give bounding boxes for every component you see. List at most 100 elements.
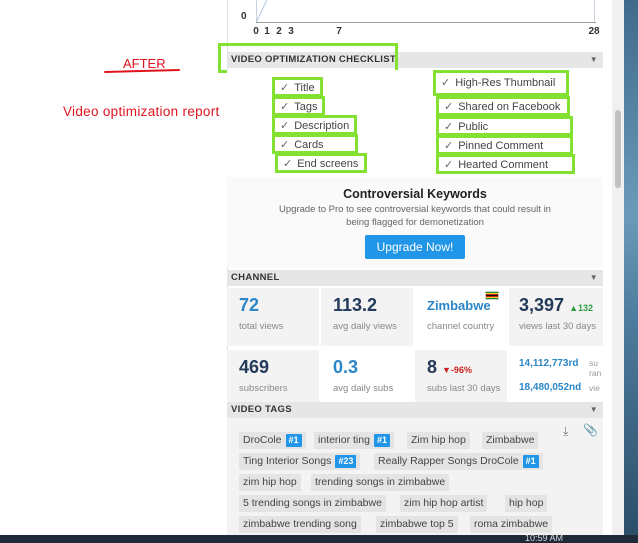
taskbar-clock: 10:59 AM <box>525 533 564 543</box>
checklist-item-pinned: ✓ Pinned Comment <box>436 135 573 155</box>
tag-item[interactable]: DroCole #1 <box>239 432 306 449</box>
chart-x-axis <box>256 22 596 23</box>
tag-item[interactable]: interior ting #1 <box>314 432 394 449</box>
checklist-item-tags: ✓ Tags <box>272 96 326 116</box>
checklist-item-description: ✓ Description <box>272 115 358 135</box>
stat-value: 8 ▼-96% <box>427 357 472 378</box>
checklist-item-facebook: ✓ Shared on Facebook <box>436 96 570 116</box>
stat-label: subscribers <box>239 383 288 394</box>
check-icon: ✓ <box>444 159 454 171</box>
chart-series-line <box>256 0 279 22</box>
check-icon: ✓ <box>444 101 454 113</box>
tag-item[interactable]: Really Rapper Songs DroCole #1 <box>374 453 543 470</box>
tag-item[interactable]: 5 trending songs in zimbabwe <box>239 495 386 512</box>
rank-label-2: ran <box>589 368 602 378</box>
chart-right-edge <box>594 0 595 22</box>
stat-views-30-days: 3,397 ▲132 views last 30 days <box>509 288 603 346</box>
collapse-caret-icon[interactable]: ▼ <box>590 270 598 286</box>
checklist-label: Pinned Comment <box>458 140 544 152</box>
stat-label: avg daily subs <box>333 383 394 394</box>
video-tags-header[interactable]: VIDEO TAGS ▼ <box>227 402 603 418</box>
stat-ranks: 14,112,773rd su ran 18,480,052nd vie <box>509 350 603 408</box>
tag-text: hip hop <box>509 497 544 509</box>
zimbabwe-flag-icon <box>485 291 499 300</box>
desktop-background <box>624 0 638 535</box>
tag-text: roma zimbabwe <box>474 518 549 530</box>
tag-text: trending songs in zimbabwe <box>315 476 446 488</box>
tag-text: zimbabwe trending song <box>243 518 357 530</box>
checklist-item-cards: ✓ Cards <box>272 134 358 154</box>
stat-value[interactable]: Zimbabwe <box>427 298 491 313</box>
stat-label: subs last 30 days <box>427 383 501 394</box>
optimization-checklist: ✓ Title ✓ Tags ✓ Description ✓ Cards ✓ End sc… <box>227 70 603 176</box>
stat-label: avg daily views <box>333 321 397 332</box>
tag-item[interactable]: hip hop <box>505 495 548 512</box>
tag-text: zim hip hop artist <box>404 497 484 509</box>
checklist-label: Cards <box>294 139 324 151</box>
tag-item[interactable]: Zim hip hop <box>407 432 470 449</box>
tag-item[interactable]: Ting Interior Songs #23 <box>239 453 361 470</box>
rank-label-3: vie <box>589 383 600 393</box>
chart-x-tick: 7 <box>336 26 342 37</box>
chart-y-tick: 0 <box>241 11 247 22</box>
rank-label: su <box>589 358 598 368</box>
stat-value: 0.3 <box>333 357 359 377</box>
checklist-item-hearted: ✓ Hearted Comment <box>436 154 575 174</box>
download-icon[interactable]: ⤓ <box>563 424 568 439</box>
video-tags-title: VIDEO TAGS <box>231 404 292 415</box>
tag-item[interactable]: trending songs in zimbabwe <box>311 474 450 491</box>
tag-item[interactable]: zim hip hop <box>239 474 301 491</box>
upgrade-button[interactable]: Upgrade Now! <box>364 235 466 259</box>
stat-number: 8 <box>427 357 438 377</box>
tag-rank-badge: #1 <box>522 455 539 468</box>
tag-rank-badge: #1 <box>285 434 302 447</box>
chart-x-tick: 1 <box>264 26 270 37</box>
chart-x-tick: 2 <box>276 26 282 37</box>
collapse-caret-icon[interactable]: ▼ <box>590 52 598 68</box>
stat-total-views: 72 total views <box>227 288 319 346</box>
tag-text: DroCole <box>243 434 282 446</box>
collapse-caret-icon[interactable]: ▼ <box>590 402 598 418</box>
stat-label: channel country <box>427 321 495 332</box>
checklist-label: End screens <box>297 158 359 170</box>
tag-item[interactable]: zimbabwe trending song <box>239 516 361 533</box>
channel-header[interactable]: CHANNEL ▼ <box>227 270 603 286</box>
stat-value: 72 <box>239 295 260 315</box>
channel-stats: 72 total views 113.2 avg daily views Zim… <box>227 286 603 412</box>
checklist-label: Public <box>458 121 489 133</box>
check-icon: ✓ <box>280 139 290 151</box>
checklist-label: Hearted Comment <box>458 159 549 171</box>
stat-value: 3,397 ▲132 <box>519 295 593 316</box>
tag-item[interactable]: roma zimbabwe <box>470 516 553 533</box>
tag-text: Zim hip hop <box>411 434 466 446</box>
stat-value: 113.2 <box>333 295 378 315</box>
checklist-label: Title <box>294 82 315 94</box>
tag-item[interactable]: zim hip hop artist <box>400 495 488 512</box>
tag-text: Zimbabwe <box>486 434 535 446</box>
tag-text: Really Rapper Songs DroCole <box>378 455 519 467</box>
tag-item[interactable]: zimbabwe top 5 <box>376 516 458 533</box>
tag-text: Ting Interior Songs <box>243 455 332 467</box>
check-icon: ✓ <box>444 140 454 152</box>
tag-text: interior ting <box>318 434 370 446</box>
check-icon: ✓ <box>441 77 451 89</box>
scrollbar-thumb[interactable] <box>615 110 621 188</box>
check-icon: ✓ <box>280 82 290 94</box>
channel-section: CHANNEL ▼ 72 total views 113.2 avg daily… <box>227 270 603 412</box>
tag-item[interactable]: Zimbabwe <box>482 432 539 449</box>
scrollbar[interactable] <box>612 0 624 535</box>
stat-subs-30-days: 8 ▼-96% subs last 30 days <box>415 350 507 408</box>
tag-text: zim hip hop <box>243 476 297 488</box>
chart-x-tick: 28 <box>588 26 600 37</box>
checklist-item-thumbnail: ✓ High-Res Thumbnail <box>433 70 569 96</box>
promo-text: Upgrade to Pro to see controversial keyw… <box>279 204 551 228</box>
paperclip-icon[interactable]: 📎 <box>583 423 598 437</box>
checklist-item-end-screens: ✓ End screens <box>275 153 367 173</box>
stat-number: 3,397 <box>519 295 565 315</box>
annotation-report: Video optimization report <box>63 104 220 119</box>
promo-title: Controversial Keywords <box>343 187 487 201</box>
stat-channel-country: Zimbabwe channel country <box>415 288 507 346</box>
stat-avg-daily-subs: 0.3 avg daily subs <box>321 350 413 408</box>
tag-rank-badge: #23 <box>335 455 357 468</box>
checklist-item-public: ✓ Public <box>436 116 573 136</box>
